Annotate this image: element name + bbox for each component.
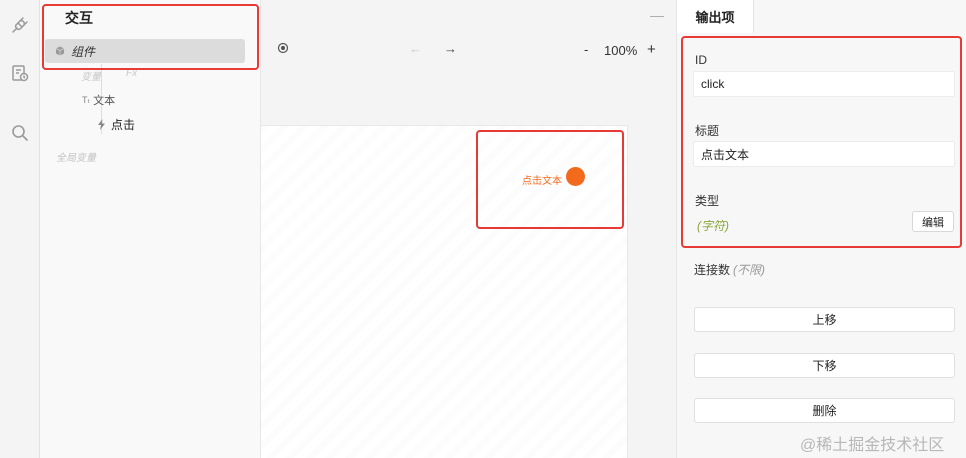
zoom-out-button[interactable]: - [584, 42, 588, 57]
id-field[interactable] [693, 71, 955, 97]
connections-value: (不限) [733, 263, 766, 277]
interaction-panel: 交互 组件 变量 Fx Tₜ 文本 点击 全局变量 [40, 0, 261, 458]
file-clock-icon[interactable] [9, 62, 31, 84]
edit-button[interactable]: 编辑 [912, 211, 954, 232]
tab-output[interactable]: 输出项 [677, 0, 754, 33]
panel-title: 交互 [65, 10, 93, 26]
lightning-icon [98, 119, 105, 130]
title-label: 标题 [695, 124, 720, 138]
text-type-icon: Tₜ [82, 94, 91, 105]
click-node-label: 点击 [111, 118, 136, 132]
canvas-top-bar [261, 0, 676, 30]
component-label: 组件 [71, 44, 96, 59]
move-up-button[interactable]: 上移 [694, 307, 955, 332]
undo-arrow-icon[interactable]: ← [409, 41, 422, 56]
delete-button[interactable]: 删除 [694, 398, 955, 423]
move-down-button[interactable]: 下移 [694, 353, 955, 378]
text-node[interactable]: Tₜ 文本 [82, 92, 115, 108]
canvas-text-element[interactable]: 点击文本 [522, 172, 562, 187]
search-icon[interactable] [9, 122, 31, 144]
component-node[interactable]: 组件 [45, 39, 245, 63]
type-label: 类型 [695, 194, 720, 208]
plug-icon[interactable] [9, 14, 31, 36]
output-panel: 输出项 ID 标题 类型 (字符) 编辑 连接数(不限) 上移 下移 删除 [676, 0, 966, 458]
cube-icon [55, 46, 65, 56]
id-label: ID [695, 53, 707, 67]
target-icon[interactable] [277, 42, 289, 57]
collapse-icon[interactable]: — [650, 7, 664, 23]
connections-label: 连接数 [694, 263, 731, 277]
icon-rail [0, 0, 40, 458]
zoom-in-button[interactable]: + [647, 41, 656, 58]
global-variables-label: 全局变量 [56, 153, 96, 164]
zoom-level: 100% [604, 43, 638, 58]
faded-variable-label: 变量 [81, 72, 101, 83]
artboard: 点击文本 [261, 125, 628, 458]
event-dot[interactable] [566, 167, 585, 186]
text-node-label: 文本 [93, 95, 116, 107]
type-value: (字符) [697, 219, 729, 233]
redo-arrow-icon[interactable]: → [444, 41, 457, 56]
canvas-area: — ← → - 100% + 点击文本 [261, 0, 676, 458]
connections-row: 连接数 (不限) [694, 261, 765, 278]
faded-fx-label: Fx [126, 68, 138, 79]
title-field[interactable] [693, 141, 955, 167]
watermark: @稀土掘金技术社区 [800, 437, 945, 454]
click-event-node[interactable]: 点击 [97, 116, 135, 133]
